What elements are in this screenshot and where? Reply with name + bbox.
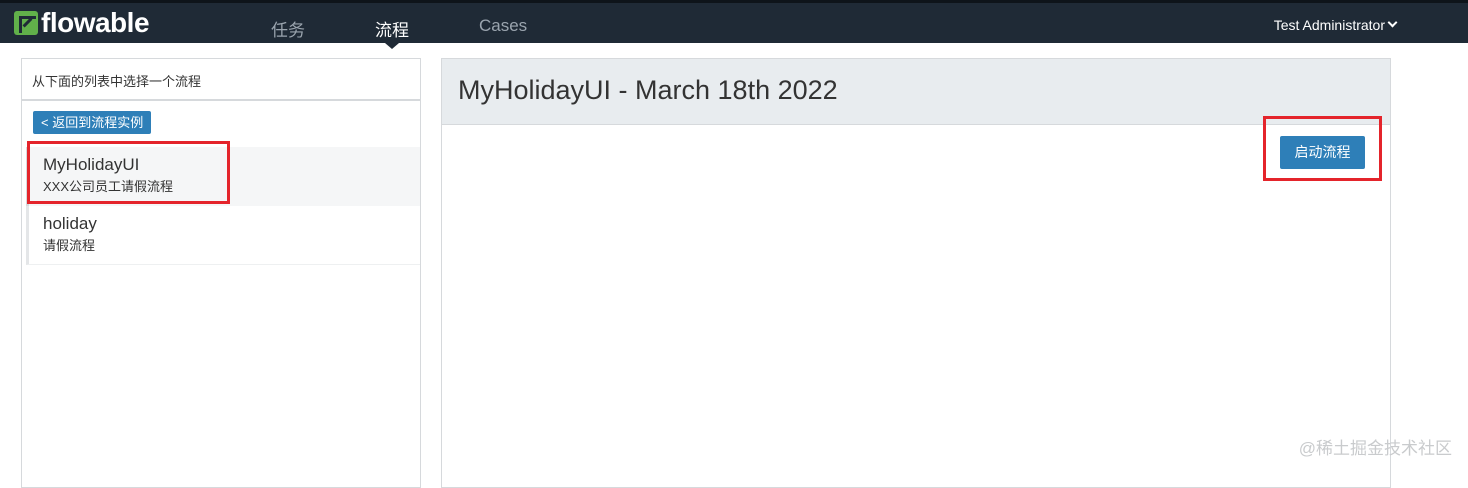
- highlight-box-start-button: [1263, 116, 1382, 181]
- user-name: Test Administrator: [1274, 17, 1385, 33]
- list-item-process[interactable]: holiday 请假流程: [26, 206, 420, 265]
- chevron-down-icon: [1388, 17, 1398, 27]
- logo-text: flowable: [41, 9, 149, 37]
- user-menu[interactable]: Test Administrator: [1274, 17, 1396, 33]
- nav-cases[interactable]: Cases: [479, 16, 527, 36]
- flowable-logo-icon: [14, 11, 38, 35]
- process-detail-panel: MyHolidayUI - March 18th 2022 启动流程: [441, 58, 1391, 488]
- process-name: holiday: [43, 213, 406, 235]
- process-list-panel: 从下面的列表中选择一个流程 < 返回到流程实例 MyHolidayUI XXX公…: [21, 58, 421, 488]
- nav-tasks[interactable]: 任务: [271, 16, 305, 41]
- nav-processes[interactable]: 流程: [375, 16, 409, 41]
- watermark: @稀土掘金技术社区: [1299, 434, 1452, 459]
- process-title: MyHolidayUI - March 18th 2022: [442, 59, 1390, 125]
- top-navbar: flowable 任务 流程 Cases Test Administrator: [0, 0, 1468, 43]
- process-list-heading: 从下面的列表中选择一个流程: [22, 59, 420, 101]
- process-description: 请假流程: [43, 236, 406, 256]
- back-to-instances-button[interactable]: < 返回到流程实例: [33, 111, 151, 134]
- active-nav-caret: [385, 43, 399, 49]
- highlight-box-process: [27, 141, 230, 204]
- flowable-logo[interactable]: flowable: [14, 9, 149, 37]
